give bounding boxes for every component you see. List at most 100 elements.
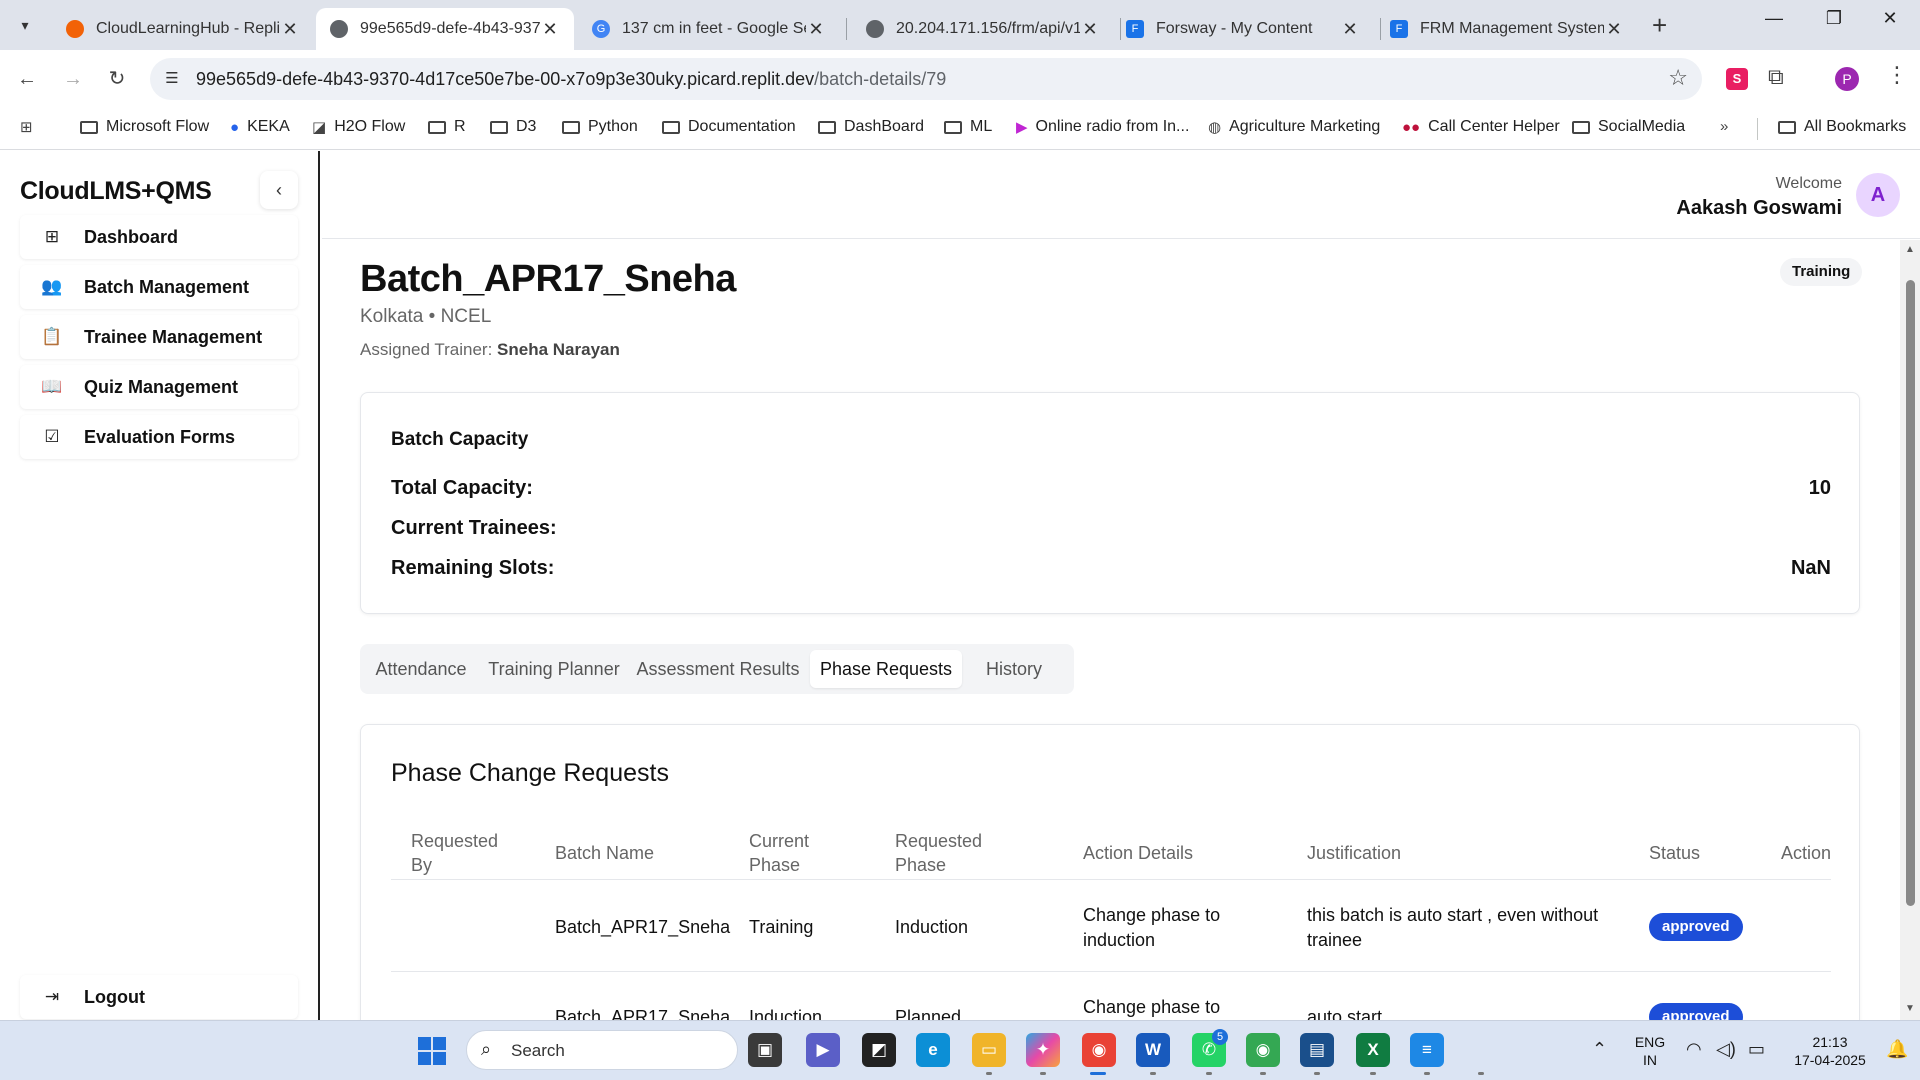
close-window-icon[interactable]: ✕ [1870, 8, 1910, 29]
bookmark-socialmedia[interactable]: SocialMedia [1572, 118, 1685, 136]
notepad-icon[interactable]: ≡ [1410, 1033, 1444, 1067]
bookmark-call-center[interactable]: ●● Call Center Helper [1402, 118, 1560, 136]
assigned-trainer: Assigned Trainer: Sneha Narayan [360, 340, 620, 360]
cell-requested-phase: Planned [895, 1007, 962, 1020]
tab-training-planner[interactable]: Training Planner [482, 650, 626, 688]
folder-icon [944, 120, 962, 134]
avatar[interactable]: A [1856, 173, 1900, 217]
profile-avatar[interactable]: P [1835, 67, 1859, 91]
remote-desktop-icon[interactable]: ▤ [1300, 1033, 1334, 1067]
close-tab-icon[interactable]: ✕ [1080, 19, 1100, 40]
bookmark-ml[interactable]: ML [944, 118, 992, 136]
wifi-icon[interactable]: ◠ [1686, 1039, 1702, 1060]
sidebar-item-trainee-management[interactable]: 📋 Trainee Management [20, 315, 298, 359]
close-tab-icon[interactable]: ✕ [1604, 19, 1624, 40]
close-tab-icon[interactable]: ✕ [280, 19, 300, 40]
chrome-profile-icon[interactable]: ◉ [1082, 1033, 1116, 1067]
windows-start-icon[interactable] [418, 1037, 446, 1065]
site-info-icon[interactable]: ☰ [160, 67, 184, 91]
sidebar: CloudLMS+QMS ‹ ⊞ Dashboard 👥 Batch Manag… [0, 151, 320, 1020]
browser-tab[interactable]: G 137 cm in feet - Google Se ✕ [578, 8, 840, 50]
close-tab-icon[interactable]: ✕ [1340, 19, 1360, 40]
forsway-icon: F [1126, 20, 1144, 38]
bookmark-star-icon[interactable]: ☆ [1668, 65, 1688, 91]
lang-top: ENG [1634, 1034, 1666, 1050]
browser-tab[interactable]: F Forsway - My Content ✕ [1112, 8, 1374, 50]
collapse-sidebar-button[interactable]: ‹ [260, 171, 298, 209]
folder-icon [490, 120, 508, 134]
tab-assessment-results[interactable]: Assessment Results [632, 650, 804, 688]
edge-icon[interactable]: e [916, 1033, 950, 1067]
browser-tab[interactable]: 20.204.171.156/frm/api/v1 ✕ [852, 8, 1114, 50]
taskbar-search[interactable]: ⌕ Search [466, 1030, 738, 1070]
browser-tab-active[interactable]: 99e565d9-defe-4b43-9370 ✕ [316, 8, 574, 50]
logout-button[interactable]: ⇥ Logout [20, 975, 298, 1019]
url-text[interactable]: 99e565d9-defe-4b43-9370-4d17ce50e7be-00-… [196, 69, 946, 90]
address-bar[interactable]: ☰ 99e565d9-defe-4b43-9370-4d17ce50e7be-0… [150, 58, 1702, 100]
bookmark-documentation[interactable]: Documentation [662, 118, 796, 136]
sidebar-item-label: Dashboard [84, 226, 179, 247]
folder-icon [662, 120, 680, 134]
sidebar-item-evaluation-forms[interactable]: ☑ Evaluation Forms [20, 415, 298, 459]
language-indicator[interactable]: ENG IN [1628, 1033, 1672, 1069]
bookmark-h2o-flow[interactable]: ◪ H2O Flow [312, 118, 405, 136]
bookmark-online-radio[interactable]: ▶ Online radio from In... [1016, 118, 1189, 136]
reload-icon[interactable]: ↻ [102, 64, 132, 94]
sidebar-item-quiz-management[interactable]: 📖 Quiz Management [20, 365, 298, 409]
notifications-bell-icon[interactable]: 🔔 [1886, 1039, 1908, 1060]
bookmark-dashboard[interactable]: DashBoard [818, 118, 924, 136]
extensions-puzzle-icon[interactable]: ⧉ [1768, 64, 1784, 90]
extension-icon[interactable]: S [1726, 68, 1748, 90]
bookmark-python[interactable]: Python [562, 118, 638, 136]
bookmark-keka[interactable]: ● KEKA [230, 118, 290, 136]
bookmark-microsoft-flow[interactable]: Microsoft Flow [80, 118, 209, 136]
bookmark-label: Agriculture Marketing [1229, 118, 1381, 135]
checkbox-icon: ☑ [44, 427, 60, 446]
bookmark-agriculture[interactable]: ◍ Agriculture Marketing [1208, 118, 1380, 136]
close-tab-icon[interactable]: ✕ [806, 19, 826, 40]
column-header: Requested Phase [895, 831, 983, 875]
chrome-icon[interactable]: ◉ [1246, 1033, 1280, 1067]
bookmark-r[interactable]: R [428, 118, 466, 136]
sidebar-item-batch-management[interactable]: 👥 Batch Management [20, 265, 298, 309]
minimize-icon[interactable]: — [1754, 8, 1794, 29]
word-icon[interactable]: W [1136, 1033, 1170, 1067]
users-icon: 👥 [41, 277, 63, 296]
page-scrollbar[interactable]: ▲ ▼ [1900, 240, 1920, 1020]
google-icon: G [592, 20, 610, 38]
capacity-label: Total Capacity: [391, 477, 533, 499]
browser-menu-icon[interactable]: ⋮ [1886, 62, 1908, 88]
teams-icon[interactable]: ▶ [806, 1033, 840, 1067]
tab-history[interactable]: History [966, 650, 1062, 688]
scroll-thumb[interactable] [1906, 280, 1915, 906]
scroll-up-icon[interactable]: ▲ [1905, 244, 1915, 255]
excel-icon[interactable]: X [1356, 1033, 1390, 1067]
volume-icon[interactable]: ◁) [1716, 1039, 1736, 1060]
battery-icon[interactable]: ▭ [1748, 1039, 1765, 1060]
bookmark-d3[interactable]: D3 [490, 118, 536, 136]
chevron-up-icon[interactable]: ⌃ [1592, 1039, 1607, 1060]
tab-search-dropdown-icon[interactable]: ▾ [10, 12, 40, 38]
browser-tab[interactable]: CloudLearningHub - Replit ✕ [52, 8, 314, 50]
browser-tab[interactable]: F FRM Management System ✕ [1376, 8, 1638, 50]
bookmark-label: Documentation [688, 118, 796, 135]
back-icon[interactable]: ← [12, 64, 42, 94]
folder-icon [1778, 120, 1796, 134]
file-explorer-icon[interactable]: ▭ [972, 1033, 1006, 1067]
new-tab-icon[interactable]: + [1652, 10, 1667, 41]
more-bookmarks-icon[interactable]: » [1720, 118, 1736, 135]
task-view-icon[interactable]: ▣ [748, 1033, 782, 1067]
all-bookmarks[interactable]: All Bookmarks [1778, 118, 1906, 136]
copilot-icon[interactable]: ✦ [1026, 1033, 1060, 1067]
tab-attendance[interactable]: Attendance [368, 650, 474, 688]
capacity-value: NaN [1790, 557, 1831, 579]
tab-phase-requests[interactable]: Phase Requests [810, 650, 962, 688]
forward-icon[interactable]: → [58, 64, 88, 94]
sidebar-item-dashboard[interactable]: ⊞ Dashboard [20, 215, 298, 259]
clock[interactable]: 21:13 17-04-2025 [1780, 1033, 1880, 1069]
sticky-notes-icon[interactable]: ◩ [862, 1033, 896, 1067]
close-tab-icon[interactable]: ✕ [540, 19, 560, 40]
apps-grid-icon[interactable]: ⊞ [20, 118, 41, 136]
scroll-down-icon[interactable]: ▼ [1905, 1003, 1915, 1014]
restore-icon[interactable]: ❐ [1814, 8, 1854, 29]
